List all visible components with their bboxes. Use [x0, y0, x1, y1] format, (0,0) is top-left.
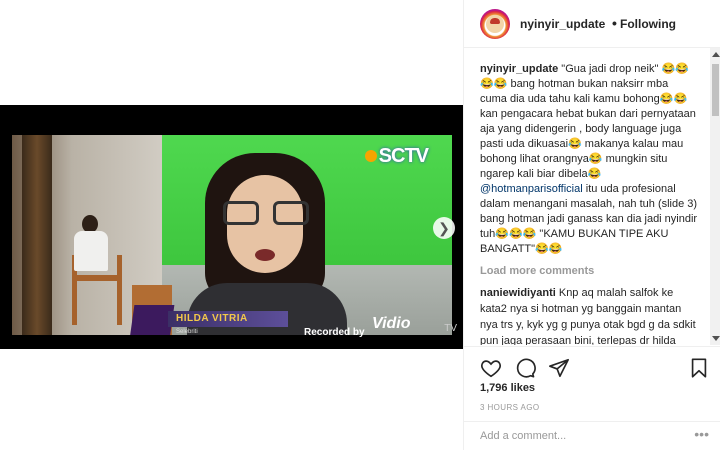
share-button[interactable]: [548, 357, 570, 379]
speaking-woman: [187, 153, 347, 335]
post-media: SCTV HILDA VITRIA Selebriti Recorded by …: [0, 0, 463, 450]
add-comment-bar: •••: [464, 421, 720, 450]
background-person: [72, 215, 112, 285]
comment-icon: [516, 358, 536, 378]
caption-text-1: "Gua jadi drop neik" 😂😂😂😂 bang hotman bu…: [480, 63, 696, 180]
channel-logo: SCTV: [364, 145, 429, 168]
speaker-name: HILDA VITRIA: [176, 313, 248, 324]
more-options-icon[interactable]: •••: [694, 426, 709, 442]
comment-username[interactable]: naniewidiyanti: [480, 287, 556, 299]
vidio-watermark: Vidio: [372, 315, 411, 332]
recorded-by-label: Recorded by: [304, 327, 365, 338]
caption-mention[interactable]: @hotmanparisofficial: [480, 183, 583, 195]
post-header: nyinyir_update • Following: [464, 0, 720, 48]
load-more-comments-button[interactable]: Load more comments: [480, 265, 698, 277]
heart-icon: [481, 360, 501, 378]
add-comment-input[interactable]: [480, 430, 680, 442]
avatar[interactable]: [480, 9, 510, 39]
caption-username[interactable]: nyinyir_update: [480, 63, 558, 75]
scroll-down-arrow-icon[interactable]: [712, 336, 720, 341]
list-item: naniewidiyanti Knp aq malah salfok ke ka…: [480, 285, 698, 345]
post-timestamp[interactable]: 3 HOURS AGO: [480, 403, 540, 412]
scroll-up-arrow-icon[interactable]: [712, 52, 720, 57]
likes-count[interactable]: 1,796 likes: [480, 382, 535, 394]
share-icon: [549, 358, 569, 378]
like-button[interactable]: [480, 357, 502, 379]
next-slide-button[interactable]: ❯: [433, 217, 455, 239]
comments-scrollbar[interactable]: [710, 48, 720, 345]
lower-third-caption: HILDA VITRIA Selebriti: [129, 305, 288, 335]
header-username[interactable]: nyinyir_update: [520, 17, 605, 31]
following-button[interactable]: Following: [620, 17, 676, 31]
chevron-right-icon: ❯: [438, 220, 450, 236]
video-frame-image: SCTV HILDA VITRIA Selebriti: [12, 135, 452, 335]
post-sidebar: nyinyir_update • Following nyinyir_updat…: [463, 0, 720, 450]
action-bar: [464, 346, 720, 386]
comments-list[interactable]: nyinyir_update "Gua jadi drop neik" 😂😂😂😂…: [464, 48, 710, 345]
bookmark-icon: [691, 358, 707, 378]
post-caption: nyinyir_update "Gua jadi drop neik" 😂😂😂😂…: [480, 62, 698, 257]
tv-tag: TV: [444, 323, 457, 334]
speaker-title: Selebriti: [176, 329, 198, 335]
header-separator: •: [612, 15, 617, 31]
scrollbar-thumb[interactable]: [712, 64, 719, 116]
save-button[interactable]: [688, 357, 710, 379]
video-player[interactable]: SCTV HILDA VITRIA Selebriti Recorded by …: [0, 105, 463, 349]
comment-button[interactable]: [514, 357, 536, 379]
